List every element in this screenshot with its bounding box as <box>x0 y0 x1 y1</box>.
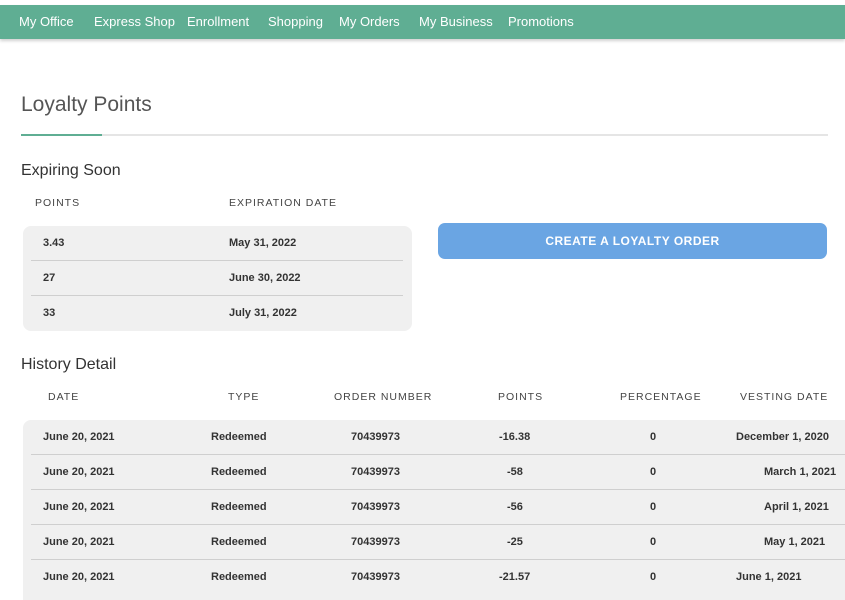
history-points-cell: -25 <box>507 536 523 548</box>
history-vesting-date-cell: June 1, 2021 <box>736 571 802 583</box>
history-col-percentage: PERCENTAGE <box>620 391 702 403</box>
history-points-cell: -56 <box>507 501 523 513</box>
expiring-date-cell: July 31, 2022 <box>229 307 297 319</box>
table-row: 3.43 May 31, 2022 <box>23 226 412 261</box>
expiring-date-cell: May 31, 2022 <box>229 237 297 249</box>
table-row: June 20, 2021 Redeemed 70439973 -58 0 Ma… <box>23 455 845 490</box>
history-order-number-cell: 70439973 <box>351 501 400 513</box>
nav-item-my-office[interactable]: My Office <box>19 5 74 39</box>
history-detail-heading: History Detail <box>21 356 117 373</box>
nav-item-my-business[interactable]: My Business <box>419 5 493 39</box>
title-divider <box>21 134 828 136</box>
history-col-type: TYPE <box>228 391 260 403</box>
history-type-cell: Redeemed <box>211 431 267 443</box>
history-type-cell: Redeemed <box>211 501 267 513</box>
table-row: June 20, 2021 Redeemed 70439973 -56 0 Ap… <box>23 490 845 525</box>
history-table: June 20, 2021 Redeemed 70439973 -16.38 0… <box>23 420 845 600</box>
history-type-cell: Redeemed <box>211 536 267 548</box>
expiring-points-cell: 33 <box>43 307 56 319</box>
expiring-points-cell: 27 <box>43 272 56 284</box>
history-points-cell: -58 <box>507 466 523 478</box>
table-row: 27 June 30, 2022 <box>23 261 412 296</box>
history-date-cell: June 20, 2021 <box>43 501 115 513</box>
history-col-order-number: ORDER NUMBER <box>334 391 433 403</box>
history-col-points: POINTS <box>498 391 544 403</box>
nav-item-my-orders[interactable]: My Orders <box>339 5 400 39</box>
table-row: June 20, 2021 Redeemed 70439973 -16.38 0… <box>23 420 845 455</box>
history-order-number-cell: 70439973 <box>351 431 400 443</box>
expiring-col-points: POINTS <box>35 197 81 209</box>
page-title: Loyalty Points <box>21 93 152 116</box>
history-date-cell: June 20, 2021 <box>43 431 115 443</box>
top-nav-bar: My Office Express Shop Enrollment Shoppi… <box>0 5 845 39</box>
nav-item-enrollment[interactable]: Enrollment <box>187 5 249 39</box>
history-col-date: DATE <box>48 391 80 403</box>
history-vesting-date-cell: April 1, 2021 <box>764 501 829 513</box>
title-accent-underline <box>21 134 102 136</box>
expiring-points-cell: 3.43 <box>43 237 65 249</box>
expiring-col-expiration-date: EXPIRATION DATE <box>229 197 337 209</box>
nav-item-express-shop[interactable]: Express Shop <box>94 5 175 39</box>
history-order-number-cell: 70439973 <box>351 466 400 478</box>
history-col-vesting-date: VESTING DATE <box>740 391 829 403</box>
expiring-soon-heading: Expiring Soon <box>21 162 121 179</box>
history-order-number-cell: 70439973 <box>351 536 400 548</box>
history-percentage-cell: 0 <box>650 466 657 478</box>
history-percentage-cell: 0 <box>650 431 657 443</box>
history-percentage-cell: 0 <box>650 536 657 548</box>
history-points-cell: -16.38 <box>499 431 531 443</box>
history-date-cell: June 20, 2021 <box>43 466 115 478</box>
table-row: June 20, 2021 Redeemed 70439973 -21.57 0… <box>23 560 845 595</box>
history-date-cell: June 20, 2021 <box>43 571 115 583</box>
history-percentage-cell: 0 <box>650 501 657 513</box>
history-order-number-cell: 70439973 <box>351 571 400 583</box>
history-points-cell: -21.57 <box>499 571 531 583</box>
history-vesting-date-cell: May 1, 2021 <box>764 536 826 548</box>
history-type-cell: Redeemed <box>211 571 267 583</box>
nav-item-shopping[interactable]: Shopping <box>268 5 323 39</box>
history-date-cell: June 20, 2021 <box>43 536 115 548</box>
expiring-date-cell: June 30, 2022 <box>229 272 301 284</box>
history-percentage-cell: 0 <box>650 571 657 583</box>
nav-item-promotions[interactable]: Promotions <box>508 5 574 39</box>
table-row: June 20, 2021 Redeemed 70439973 -25 0 Ma… <box>23 525 845 560</box>
table-row: 33 July 31, 2022 <box>23 296 412 331</box>
history-type-cell: Redeemed <box>211 466 267 478</box>
history-vesting-date-cell: December 1, 2020 <box>736 431 829 443</box>
expiring-table: 3.43 May 31, 2022 27 June 30, 2022 33 Ju… <box>23 226 412 331</box>
history-vesting-date-cell: March 1, 2021 <box>764 466 837 478</box>
create-loyalty-order-button[interactable]: CREATE A LOYALTY ORDER <box>438 223 827 259</box>
